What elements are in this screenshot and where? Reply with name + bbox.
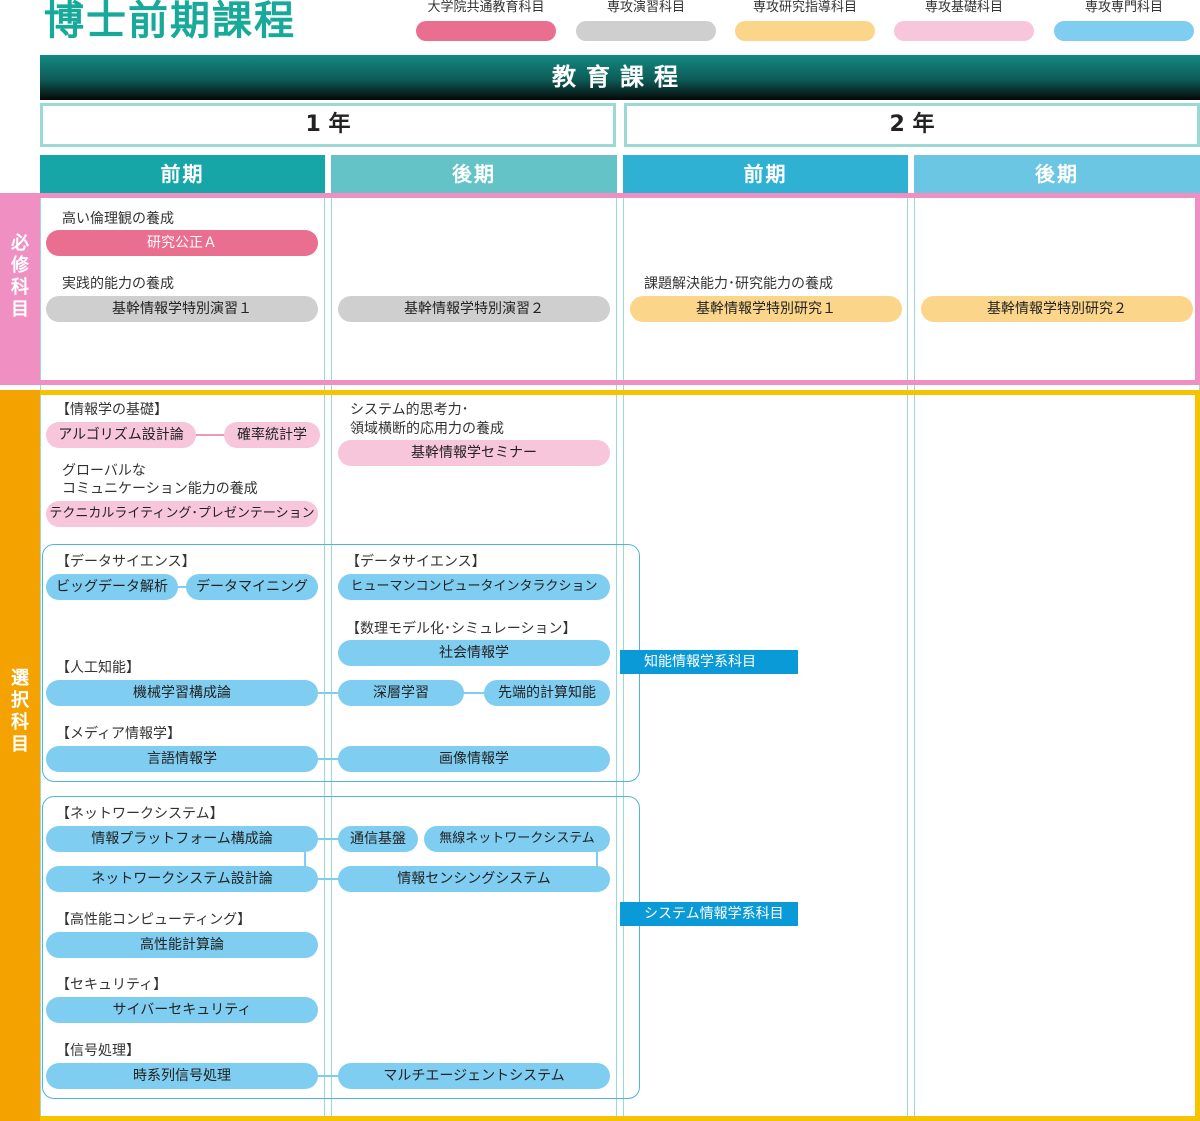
heading-network: 【ネットワークシステム】 <box>56 806 224 822</box>
course-big-data: ビッグデータ解析 <box>46 574 178 600</box>
heading-security: 【セキュリティ】 <box>56 977 168 993</box>
legend-swatch-exercise <box>576 21 716 41</box>
legend-swatch-basic <box>894 21 1034 41</box>
course-sensing: 情報センシングシステム <box>338 866 610 892</box>
course-deep-learning: 深層学習 <box>338 680 464 706</box>
course-time-series: 時系列信号処理 <box>46 1063 318 1089</box>
course-wireless: 無線ネットワークシステム <box>424 826 610 852</box>
course-data-mining: データマイニング <box>186 574 318 600</box>
semester-y1-first: 前期 <box>40 155 325 193</box>
heading-info-basics: 【情報学の基礎】 <box>56 402 168 418</box>
course-technical-writing: テクニカルライティング･プレゼンテーション <box>46 501 318 527</box>
course-probability: 確率統計学 <box>224 422 320 448</box>
course-language: 言語情報学 <box>46 746 318 772</box>
legend-label-common: 大学院共通教育科目 <box>427 0 545 15</box>
required-section-label: 必修科目 <box>0 193 40 385</box>
heading-system-thinking-2: 領域横断的応用力の養成 <box>350 421 504 437</box>
tag-system-informatics: システム情報学系科目 <box>620 902 798 926</box>
legend-swatch-common <box>416 21 556 41</box>
course-social-info: 社会情報学 <box>338 640 610 666</box>
semester-y2-second: 後期 <box>914 155 1200 193</box>
elective-section-label: 選択科目 <box>0 390 40 1121</box>
course-exercise-1: 基幹情報学特別演習１ <box>46 296 318 322</box>
course-hci: ヒューマンコンピュータインタラクション <box>338 574 610 600</box>
heading-ai: 【人工知能】 <box>56 660 140 676</box>
course-research-1: 基幹情報学特別研究１ <box>630 296 902 322</box>
legend-label-research: 専攻研究指導科目 <box>752 0 857 15</box>
heading-practical: 実践的能力の養成 <box>62 276 174 292</box>
heading-problem-solving: 課題解決能力･研究能力の養成 <box>644 276 833 292</box>
course-research-2: 基幹情報学特別研究２ <box>921 296 1193 322</box>
course-exercise-2: 基幹情報学特別演習２ <box>338 296 610 322</box>
legend-label-exercise: 専攻演習科目 <box>606 0 685 15</box>
heading-data-science: 【データサイエンス】 <box>56 554 196 570</box>
course-algorithm: アルゴリズム設計論 <box>46 422 196 448</box>
course-multi-agent: マルチエージェントシステム <box>338 1063 610 1089</box>
course-image: 画像情報学 <box>338 746 610 772</box>
heading-signal: 【信号処理】 <box>56 1043 140 1059</box>
heading-data-science-2: 【データサイエンス】 <box>346 554 486 570</box>
heading-ethics: 高い倫理観の養成 <box>62 211 174 227</box>
heading-global-1: グローバルな <box>62 463 146 479</box>
page-title: 博士前期課程 <box>44 0 296 44</box>
course-seminar: 基幹情報学セミナー <box>338 440 610 466</box>
semester-y2-first: 前期 <box>623 155 908 193</box>
legend-label-specialized: 専攻専門科目 <box>1084 0 1163 15</box>
course-advanced-computing: 先端的計算知能 <box>484 680 610 706</box>
tag-intelligent-informatics: 知能情報学系科目 <box>620 650 798 674</box>
heading-system-thinking-1: システム的思考力･ <box>350 402 469 418</box>
course-cyber-security: サイバーセキュリティ <box>46 997 318 1023</box>
course-research-ethics: 研究公正Ａ <box>46 230 318 256</box>
course-hpc: 高性能計算論 <box>46 932 318 958</box>
legend-swatch-research <box>735 21 875 41</box>
year-1-header: 1 年 <box>40 103 616 147</box>
curriculum-banner: 教育課程 <box>40 55 1200 100</box>
heading-global-2: コミュニケーション能力の養成 <box>62 481 258 497</box>
semester-y1-second: 後期 <box>331 155 617 193</box>
heading-media: 【メディア情報学】 <box>56 726 182 742</box>
required-section-frame <box>0 193 1200 385</box>
course-comm-base: 通信基盤 <box>338 826 418 852</box>
course-machine-learning: 機械学習構成論 <box>46 680 318 706</box>
course-network-design: ネットワークシステム設計論 <box>46 866 318 892</box>
heading-hpc: 【高性能コンピューティング】 <box>56 912 252 928</box>
heading-modeling: 【数理モデル化･シミュレーション】 <box>346 621 577 637</box>
legend-swatch-specialized <box>1054 21 1194 41</box>
course-platform: 情報プラットフォーム構成論 <box>46 826 318 852</box>
year-2-header: 2 年 <box>624 103 1200 147</box>
legend-label-basic: 専攻基礎科目 <box>924 0 1003 15</box>
